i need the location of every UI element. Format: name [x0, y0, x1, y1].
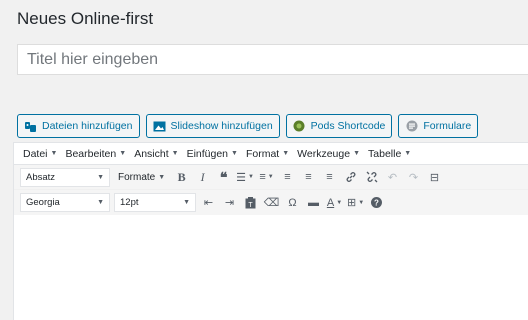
chevron-down-icon: ▼: [353, 150, 361, 157]
align-center-icon[interactable]: ≡: [300, 168, 317, 187]
italic-icon[interactable]: I: [194, 168, 211, 187]
menu-tools[interactable]: Werkzeuge ▼: [297, 148, 360, 160]
bold-icon[interactable]: B: [173, 168, 190, 187]
pods-shortcode-button[interactable]: Pods Shortcode: [285, 114, 393, 138]
editor-toolbar-2: Georgia ▼ 12pt ▼ ⇤ ⇥ T ⌫ Ω ▬ A ▼ ⊞ ▼ ?: [14, 190, 528, 215]
chevron-down-icon: ▼: [119, 150, 127, 157]
font-size-value: 12pt: [120, 197, 139, 208]
editor-toolbar-1: Absatz ▼ Formate ▼ B I ❝ ☰ ▼ ≡ ▼ ≡ ≡ ≡ ↶ ↷…: [14, 165, 528, 190]
align-right-icon[interactable]: ≡: [321, 168, 338, 187]
chevron-down-icon: ▼: [171, 150, 179, 157]
forms-label: Formulare: [423, 120, 472, 132]
redo-icon[interactable]: ↷: [405, 168, 422, 187]
pods-icon: [293, 120, 306, 133]
bullet-list-icon[interactable]: ☰ ▼: [236, 168, 254, 187]
menu-insert-label: Einfügen: [186, 147, 229, 160]
add-slideshow-button[interactable]: Slideshow hinzufügen: [145, 114, 280, 138]
chevron-down-icon: ▼: [183, 199, 190, 206]
media-buttons: Dateien hinzufügen Slideshow hinzufügen …: [17, 114, 479, 138]
forms-button[interactable]: Formulare: [398, 114, 479, 138]
menu-format-label: Format: [245, 147, 280, 160]
clear-formatting-icon[interactable]: ⌫: [263, 193, 280, 212]
add-media-button[interactable]: Dateien hinzufügen: [17, 114, 140, 138]
menu-view-label: Ansicht: [134, 147, 169, 160]
text-color-icon[interactable]: A ▼: [326, 193, 343, 212]
chevron-down-icon: ▼: [50, 150, 58, 157]
special-character-icon[interactable]: Ω: [284, 193, 301, 212]
editor: Datei ▼ Bearbeiten ▼ Ansicht ▼ Einfügen ▼ Fo…: [13, 142, 528, 320]
svg-text:T: T: [248, 202, 253, 209]
media-icon: [24, 120, 37, 133]
editor-content-area[interactable]: [14, 215, 528, 320]
font-family-value: Georgia: [26, 197, 60, 208]
chevron-down-icon: ▼: [158, 173, 166, 181]
align-left-icon[interactable]: ≡: [279, 168, 296, 187]
horizontal-line-icon[interactable]: ▬: [305, 193, 322, 212]
font-size-select[interactable]: 12pt ▼: [114, 193, 196, 212]
menu-table[interactable]: Tabelle ▼: [368, 148, 411, 160]
menu-view[interactable]: Ansicht ▼: [134, 148, 178, 160]
link-icon[interactable]: [342, 168, 359, 187]
undo-icon[interactable]: ↶: [384, 168, 401, 187]
toolbar-toggle-icon[interactable]: ⊟: [426, 168, 443, 187]
chevron-down-icon: ▼: [282, 150, 290, 157]
chevron-down-icon: ▼: [97, 199, 104, 206]
menu-table-label: Tabelle: [368, 147, 402, 160]
table-icon[interactable]: ⊞ ▼: [347, 193, 364, 212]
slideshow-icon: [153, 120, 166, 133]
outdent-icon[interactable]: ⇤: [200, 193, 217, 212]
menu-insert[interactable]: Einfügen ▼: [187, 148, 238, 160]
formats-label: Formate: [118, 171, 156, 183]
menu-file[interactable]: Datei ▼: [23, 148, 57, 160]
add-slideshow-label: Slideshow hinzufügen: [170, 120, 273, 132]
blockquote-icon[interactable]: ❝: [215, 168, 232, 187]
add-media-label: Dateien hinzufügen: [42, 120, 133, 132]
chevron-down-icon: ▼: [231, 150, 238, 157]
indent-icon[interactable]: ⇥: [221, 193, 238, 212]
chevron-down-icon: ▼: [404, 150, 412, 157]
forms-icon: [405, 120, 418, 133]
post-title-input[interactable]: [17, 44, 528, 75]
menu-edit[interactable]: Bearbeiten ▼: [65, 148, 126, 160]
menu-edit-label: Bearbeiten: [65, 147, 117, 160]
menu-format[interactable]: Format ▼: [246, 148, 289, 160]
help-icon[interactable]: ?: [368, 193, 385, 212]
page-title: Neues Online-first: [17, 9, 154, 28]
paste-text-icon[interactable]: T: [242, 193, 259, 212]
pods-shortcode-label: Pods Shortcode: [310, 120, 386, 132]
font-family-select[interactable]: Georgia ▼: [20, 193, 110, 212]
block-format-value: Absatz: [26, 171, 56, 183]
svg-text:?: ?: [374, 199, 379, 208]
unlink-icon[interactable]: [363, 168, 380, 187]
menu-tools-label: Werkzeuge: [297, 147, 351, 160]
menu-file-label: Datei: [23, 147, 48, 160]
numbered-list-icon[interactable]: ≡ ▼: [258, 168, 275, 187]
block-format-select[interactable]: Absatz ▼: [20, 167, 110, 187]
editor-menubar: Datei ▼ Bearbeiten ▼ Ansicht ▼ Einfügen ▼ Fo…: [14, 143, 528, 165]
chevron-down-icon: ▼: [97, 173, 104, 181]
formats-dropdown[interactable]: Formate ▼: [114, 172, 169, 183]
